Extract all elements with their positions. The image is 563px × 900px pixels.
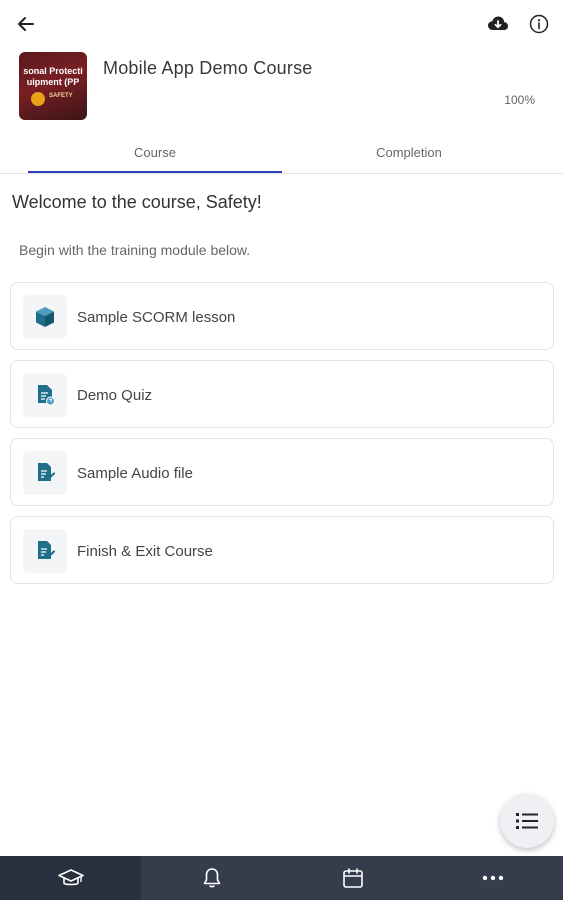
- course-tabs: Course Completion: [0, 130, 563, 174]
- module-label: Sample SCORM lesson: [77, 308, 236, 326]
- module-item-demo-quiz[interactable]: Demo Quiz: [10, 360, 554, 428]
- arrow-left-icon: [18, 17, 34, 31]
- scorm-package-icon: [36, 307, 54, 327]
- quiz-document-icon: [38, 385, 55, 406]
- module-list-fab[interactable]: [500, 794, 554, 848]
- course-title: Mobile App Demo Course: [103, 58, 313, 78]
- safety-logo-icon: [31, 92, 45, 106]
- course-header: sonal Protecti uipment (PP SAFETY Mobile…: [0, 52, 563, 122]
- back-button[interactable]: [12, 10, 40, 38]
- document-edit-icon: [38, 541, 56, 560]
- bottom-navigation: [0, 856, 563, 900]
- module-label: Sample Audio file: [77, 464, 193, 482]
- calendar-icon: [342, 868, 363, 888]
- welcome-heading: Welcome to the course, Safety!: [12, 192, 262, 212]
- list-icon: [516, 813, 538, 829]
- graduation-cap-icon: [57, 869, 84, 886]
- module-item-finish-exit[interactable]: Finish & Exit Course: [10, 516, 554, 584]
- module-icon-box: [23, 295, 67, 339]
- thumbnail-logo-text: SAFETY: [49, 93, 73, 99]
- module-icon-box: [23, 529, 67, 573]
- tab-completion[interactable]: Completion: [282, 130, 536, 174]
- cloud-download-icon: [488, 16, 508, 30]
- thumbnail-text-line1: sonal Protecti: [23, 66, 83, 76]
- nav-learning[interactable]: [0, 856, 141, 900]
- tab-course[interactable]: Course: [28, 130, 282, 174]
- module-label: Finish & Exit Course: [77, 542, 213, 560]
- module-item-scorm-lesson[interactable]: Sample SCORM lesson: [10, 282, 554, 350]
- top-bar: [0, 0, 563, 46]
- info-icon: [529, 14, 549, 34]
- module-list: Sample SCORM lesson Demo Quiz Sample Aud…: [10, 282, 554, 594]
- document-edit-icon: [38, 463, 56, 482]
- thumbnail-text-line2: uipment (PP: [26, 77, 80, 87]
- intro-text: Begin with the training module below.: [19, 242, 251, 258]
- download-button[interactable]: [484, 10, 512, 38]
- bell-icon: [203, 868, 220, 888]
- course-thumbnail: sonal Protecti uipment (PP SAFETY: [19, 52, 87, 120]
- course-progress-percent: 100%: [504, 93, 535, 107]
- info-button[interactable]: [525, 10, 553, 38]
- module-label: Demo Quiz: [77, 386, 153, 404]
- module-icon-box: [23, 373, 67, 417]
- more-horizontal-icon: [482, 875, 503, 881]
- module-icon-box: [23, 451, 67, 495]
- module-item-audio-file[interactable]: Sample Audio file: [10, 438, 554, 506]
- nav-calendar[interactable]: [282, 856, 423, 900]
- nav-notifications[interactable]: [141, 856, 282, 900]
- nav-more[interactable]: [422, 856, 563, 900]
- active-tab-indicator: [28, 171, 282, 173]
